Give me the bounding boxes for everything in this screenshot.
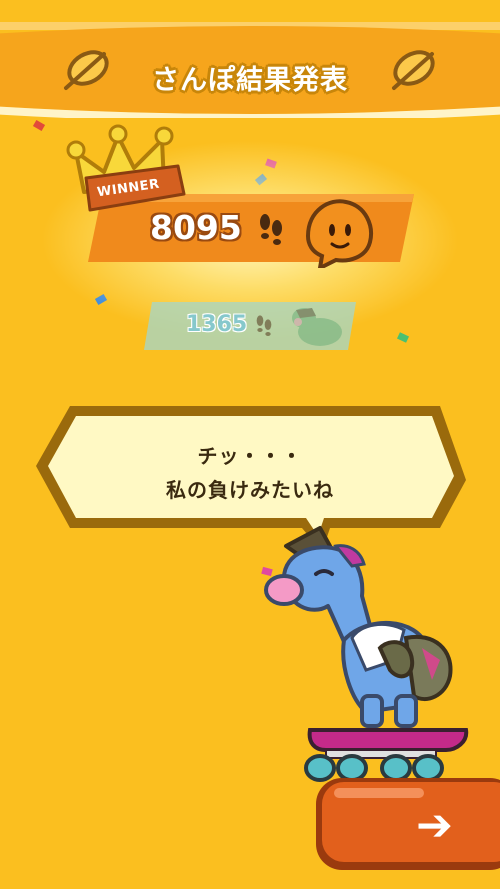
arrow-right-icon[interactable]: ➔ — [416, 800, 453, 851]
dialog-line-1: チッ・・・ — [197, 444, 303, 468]
next-button[interactable] — [316, 778, 500, 870]
orange-blob-icon — [305, 199, 373, 268]
page-title: さんぽ結果発表 — [152, 65, 348, 96]
blue-dinosaur-character — [264, 526, 469, 782]
dialog-line-2: 私の負けみたいね — [166, 478, 334, 502]
blue-dinosaur-icon — [292, 308, 342, 346]
footprints-icon — [256, 315, 272, 336]
crown-icon — [66, 124, 186, 212]
second-step-count: 1365 — [186, 312, 248, 337]
confetti-icon — [32, 119, 46, 132]
winner-step-count: 8095 — [150, 208, 242, 247]
game-screen: さんぽ結果発表 WINNER 8095 1365 チッ・・・ 私の負けみたいね … — [0, 0, 500, 889]
footprints-icon — [260, 214, 282, 245]
